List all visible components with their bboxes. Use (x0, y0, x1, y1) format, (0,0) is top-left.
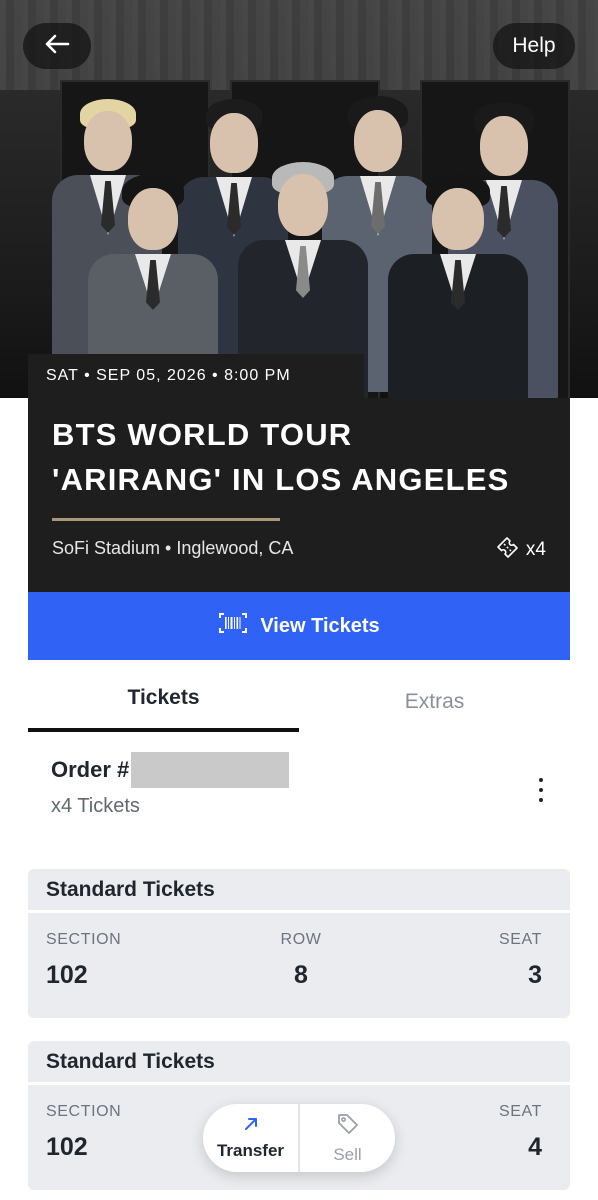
ticket-action-bar: Transfer Sell (203, 1104, 395, 1172)
title-divider (52, 518, 280, 521)
event-title: BTS WORLD TOUR 'ARIRANG' IN LOS ANGELES (52, 412, 552, 502)
order-ticket-count: x4 Tickets (51, 795, 140, 817)
event-hero-image: Help SAT • SEP 05, 2026 • 8:00 PM (0, 0, 598, 398)
order-label: Order # (51, 757, 130, 782)
sell-button[interactable]: Sell (298, 1104, 395, 1172)
row-label: ROW (280, 931, 322, 948)
ticket-icon (496, 536, 520, 564)
section-label: SECTION (46, 931, 122, 948)
event-info-card: BTS WORLD TOUR 'ARIRANG' IN LOS ANGELES … (28, 398, 570, 592)
back-button[interactable] (23, 23, 91, 69)
event-venue: SoFi Stadium • Inglewood, CA (52, 538, 294, 558)
ticket-type: Standard Tickets (28, 1041, 570, 1085)
order-number: Order # (51, 752, 290, 788)
order-number-redacted (131, 752, 290, 788)
transfer-button[interactable]: Transfer (203, 1104, 298, 1172)
section-value: 102 (46, 961, 88, 989)
view-tickets-label: View Tickets (260, 614, 380, 637)
seat-column: SEAT 4 (499, 1103, 542, 1162)
seat-label: SEAT (498, 931, 542, 948)
more-options-icon[interactable] (530, 776, 552, 804)
section-column: SECTION 102 (46, 931, 121, 990)
active-tab-indicator (28, 728, 299, 732)
ticket-quantity: x4 (496, 536, 546, 564)
hero-person (388, 172, 528, 398)
section-column: SECTION 102 (46, 1103, 121, 1162)
seat-value: 4 (528, 1133, 542, 1161)
ticket-seat-info: SECTION 102 ROW 8 SEAT 3 (28, 913, 570, 1017)
arrow-up-right-icon (243, 1116, 259, 1137)
seat-value: 3 (528, 961, 542, 989)
row-column: ROW 8 (271, 931, 331, 990)
event-date-time: SAT • SEP 05, 2026 • 8:00 PM (28, 354, 364, 398)
event-ticket-page: Help SAT • SEP 05, 2026 • 8:00 PM BTS WO… (0, 0, 598, 1200)
section-value: 102 (46, 1133, 88, 1161)
barcode-icon (218, 612, 248, 640)
help-label: Help (512, 34, 556, 57)
price-tag-icon (336, 1112, 360, 1141)
event-title-line: 'ARIRANG' IN LOS ANGELES (52, 462, 510, 497)
transfer-label: Transfer (216, 1140, 285, 1160)
view-tickets-button[interactable]: View Tickets (28, 592, 570, 660)
arrow-left-icon (44, 34, 70, 59)
seat-label: SEAT (498, 1103, 542, 1120)
sell-label: Sell (333, 1144, 362, 1164)
help-button[interactable]: Help (493, 23, 575, 69)
event-title-line: BTS WORLD TOUR (52, 417, 353, 452)
section-label: SECTION (46, 1103, 122, 1120)
tab-extras[interactable]: Extras (299, 668, 570, 736)
ticket-card[interactable]: Standard Tickets SECTION 102 ROW 8 SEAT … (28, 869, 570, 1018)
ticket-type: Standard Tickets (28, 869, 570, 913)
row-value: 8 (294, 961, 308, 989)
tab-tickets[interactable]: Tickets (28, 664, 299, 732)
ticket-tabs: Tickets Extras (28, 664, 570, 732)
ticket-count: x4 (525, 539, 546, 560)
seat-column: SEAT 3 (499, 931, 542, 990)
